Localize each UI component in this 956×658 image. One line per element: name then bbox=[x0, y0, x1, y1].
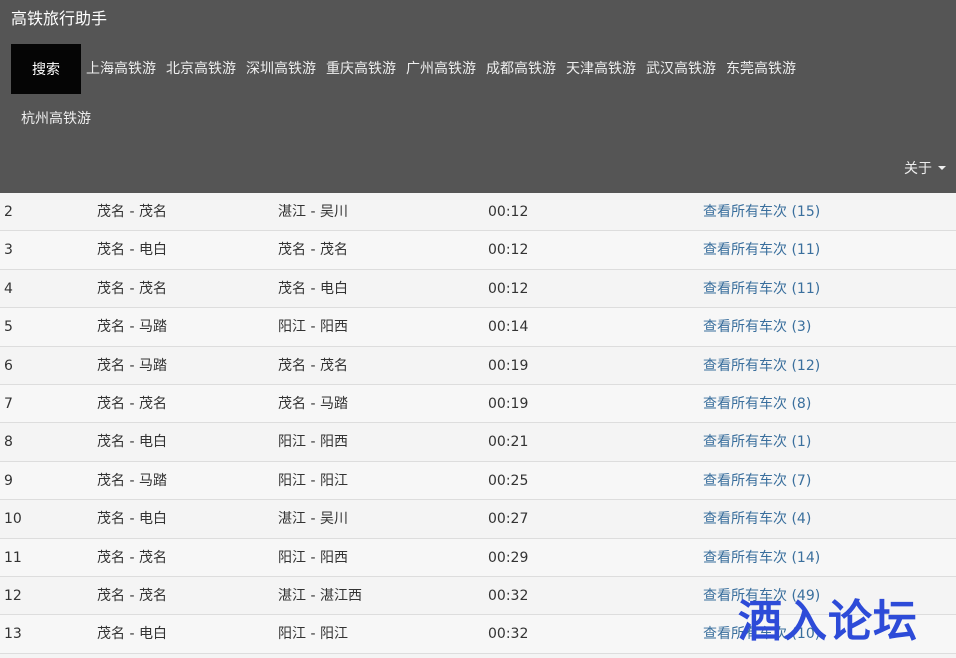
destination-station: 阳江 - 阳江 bbox=[278, 472, 348, 489]
row-number: 3 bbox=[4, 242, 13, 259]
table-row: 9 茂名 - 马踏 阳江 - 阳江 00:25 查看所有车次 (7) bbox=[0, 461, 956, 501]
table-row: 6 茂名 - 马踏 茂名 - 茂名 00:19 查看所有车次 (12) bbox=[0, 346, 956, 385]
about-dropdown[interactable]: 关于 bbox=[904, 158, 946, 178]
row-number: 6 bbox=[4, 357, 13, 374]
brand-title[interactable]: 高铁旅行助手 bbox=[11, 8, 107, 30]
departure-time: 00:19 bbox=[488, 357, 529, 374]
search-button[interactable]: 搜索 bbox=[11, 44, 81, 94]
table-row: 7 茂名 - 茂名 茂名 - 马踏 00:19 查看所有车次 (8) bbox=[0, 384, 956, 424]
row-number: 13 bbox=[4, 626, 22, 643]
row-number: 5 bbox=[4, 319, 13, 336]
table-row: 10 茂名 - 电白 湛江 - 吴川 00:27 查看所有车次 (4) bbox=[0, 500, 956, 539]
origin-station: 茂名 - 电白 bbox=[97, 434, 167, 451]
departure-time: 00:14 bbox=[488, 319, 529, 336]
row-number: 11 bbox=[4, 549, 22, 566]
table-row: 3 茂名 - 电白 茂名 - 茂名 00:12 查看所有车次 (11) bbox=[0, 231, 956, 270]
destination-station: 茂名 - 马踏 bbox=[278, 395, 348, 412]
destination-station: 阳江 - 阳西 bbox=[278, 549, 348, 566]
origin-station: 茂名 - 马踏 bbox=[97, 319, 167, 336]
table-row: 11 茂名 - 茂名 阳江 - 阳西 00:29 查看所有车次 (14) bbox=[0, 538, 956, 577]
row-number: 12 bbox=[4, 587, 22, 604]
row-number: 2 bbox=[4, 204, 13, 220]
view-all-trains-link[interactable]: 查看所有车次 (11) bbox=[703, 231, 820, 269]
nav-link-guangzhou[interactable]: 广州高铁游 bbox=[401, 44, 481, 94]
origin-station: 茂名 - 马踏 bbox=[97, 357, 167, 374]
departure-time: 00:12 bbox=[488, 280, 529, 297]
top-navbar: 高铁旅行助手 搜索 上海高铁游 北京高铁游 深圳高铁游 重庆高铁游 广州高铁游 … bbox=[0, 0, 956, 195]
departure-time: 00:19 bbox=[488, 395, 529, 412]
origin-station: 茂名 - 马踏 bbox=[97, 472, 167, 489]
departure-time: 00:25 bbox=[488, 472, 529, 489]
train-table: 2 茂名 - 茂名 湛江 - 吴川 00:12 查看所有车次 (15) 3 茂名… bbox=[0, 193, 956, 654]
table-row: 2 茂名 - 茂名 湛江 - 吴川 00:12 查看所有车次 (15) bbox=[0, 193, 956, 232]
nav-link-chongqing[interactable]: 重庆高铁游 bbox=[321, 44, 401, 94]
destination-station: 茂名 - 电白 bbox=[278, 280, 348, 297]
view-all-trains-link[interactable]: 查看所有车次 (14) bbox=[703, 539, 820, 577]
destination-station: 湛江 - 湛江西 bbox=[278, 587, 362, 604]
table-row: 8 茂名 - 电白 阳江 - 阳西 00:21 查看所有车次 (1) bbox=[0, 423, 956, 462]
row-number: 7 bbox=[4, 395, 13, 412]
nav-link-chengdu[interactable]: 成都高铁游 bbox=[481, 44, 561, 94]
origin-station: 茂名 - 茂名 bbox=[97, 395, 167, 412]
view-all-trains-link[interactable]: 查看所有车次 (11) bbox=[703, 270, 820, 308]
destination-station: 茂名 - 茂名 bbox=[278, 242, 348, 259]
view-all-trains-link[interactable]: 查看所有车次 (7) bbox=[703, 462, 811, 500]
departure-time: 00:12 bbox=[488, 204, 529, 220]
about-label: 关于 bbox=[904, 161, 932, 177]
origin-station: 茂名 - 茂名 bbox=[97, 204, 167, 220]
row-number: 8 bbox=[4, 434, 13, 451]
nav-link-beijing[interactable]: 北京高铁游 bbox=[161, 44, 241, 94]
departure-time: 00:12 bbox=[488, 242, 529, 259]
origin-station: 茂名 - 茂名 bbox=[97, 587, 167, 604]
row-number: 10 bbox=[4, 511, 22, 528]
departure-time: 00:32 bbox=[488, 587, 529, 604]
view-all-trains-link[interactable]: 查看所有车次 (12) bbox=[703, 347, 820, 385]
nav-link-wuhan[interactable]: 武汉高铁游 bbox=[641, 44, 721, 94]
destination-station: 湛江 - 吴川 bbox=[278, 511, 348, 528]
caret-down-icon bbox=[938, 166, 946, 170]
origin-station: 茂名 - 茂名 bbox=[97, 549, 167, 566]
destination-station: 阳江 - 阳西 bbox=[278, 434, 348, 451]
destination-station: 阳江 - 阳西 bbox=[278, 319, 348, 336]
table-row: 4 茂名 - 茂名 茂名 - 电白 00:12 查看所有车次 (11) bbox=[0, 269, 956, 309]
nav-link-hangzhou[interactable]: 杭州高铁游 bbox=[11, 94, 96, 144]
view-all-trains-link[interactable]: 查看所有车次 (1) bbox=[703, 423, 811, 461]
row-number: 9 bbox=[4, 472, 13, 489]
view-all-trains-link[interactable]: 查看所有车次 (3) bbox=[703, 308, 811, 346]
origin-station: 茂名 - 电白 bbox=[97, 626, 167, 643]
view-all-trains-link[interactable]: 查看所有车次 (4) bbox=[703, 500, 811, 538]
table-row: 5 茂名 - 马踏 阳江 - 阳西 00:14 查看所有车次 (3) bbox=[0, 308, 956, 347]
departure-time: 00:21 bbox=[488, 434, 529, 451]
nav-row-secondary: 杭州高铁游 bbox=[11, 94, 96, 144]
forum-watermark: 酒入论坛 bbox=[738, 596, 918, 647]
nav-link-tianjin[interactable]: 天津高铁游 bbox=[561, 44, 641, 94]
nav-link-shenzhen[interactable]: 深圳高铁游 bbox=[241, 44, 321, 94]
view-all-trains-link[interactable]: 查看所有车次 (8) bbox=[703, 385, 811, 423]
nav-link-shanghai[interactable]: 上海高铁游 bbox=[81, 44, 161, 94]
destination-station: 阳江 - 阳江 bbox=[278, 626, 348, 643]
departure-time: 00:27 bbox=[488, 511, 529, 528]
row-number: 4 bbox=[4, 280, 13, 297]
nav-link-dongguan[interactable]: 东莞高铁游 bbox=[721, 44, 801, 94]
origin-station: 茂名 - 茂名 bbox=[97, 280, 167, 297]
origin-station: 茂名 - 电白 bbox=[97, 511, 167, 528]
destination-station: 茂名 - 茂名 bbox=[278, 357, 348, 374]
nav-row-primary: 搜索 上海高铁游 北京高铁游 深圳高铁游 重庆高铁游 广州高铁游 成都高铁游 天… bbox=[11, 44, 801, 94]
destination-station: 湛江 - 吴川 bbox=[278, 204, 348, 220]
origin-station: 茂名 - 电白 bbox=[97, 242, 167, 259]
departure-time: 00:32 bbox=[488, 626, 529, 643]
departure-time: 00:29 bbox=[488, 549, 529, 566]
view-all-trains-link[interactable]: 查看所有车次 (15) bbox=[703, 193, 820, 231]
